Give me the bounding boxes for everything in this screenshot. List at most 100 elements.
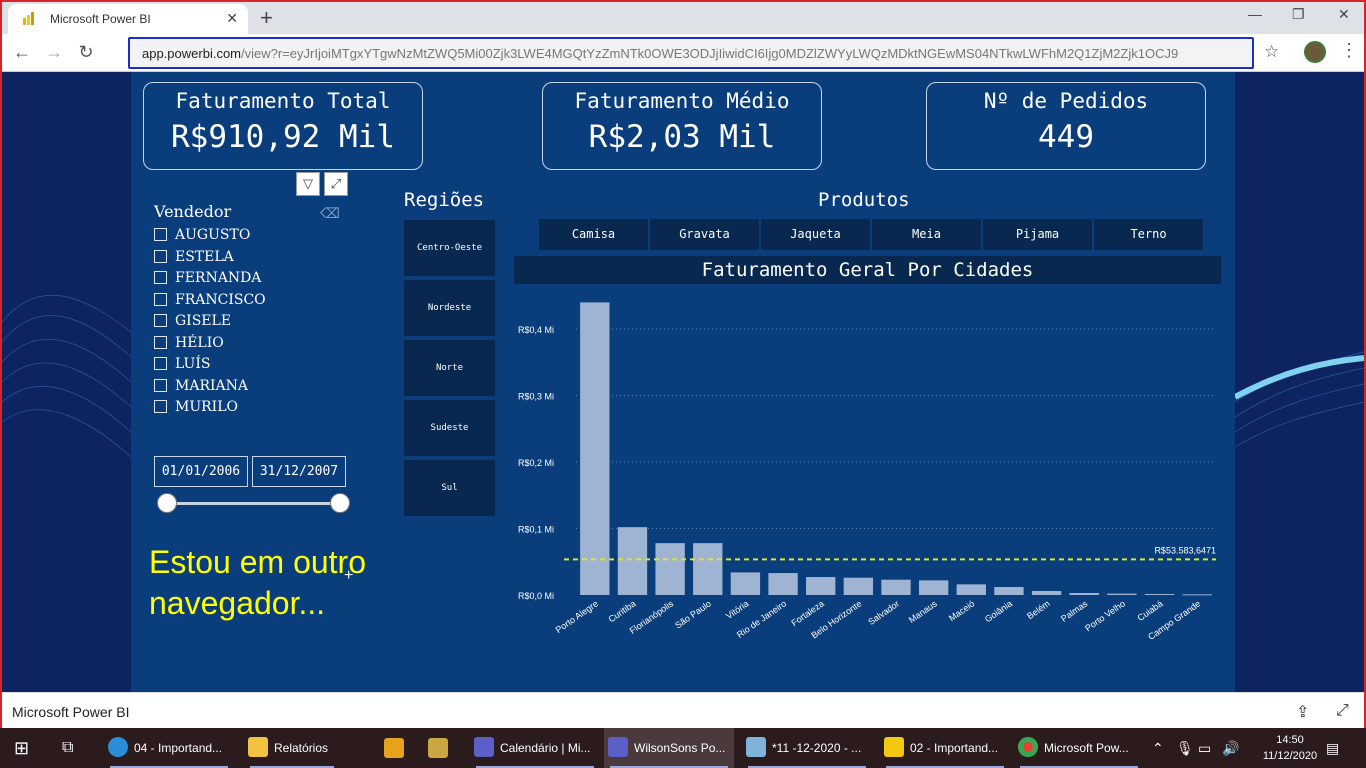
teams-icon: [608, 737, 628, 757]
close-tab-icon[interactable]: ✕: [226, 10, 238, 27]
restore-icon[interactable]: ❐: [1292, 6, 1305, 23]
region-button-nordeste[interactable]: Nordeste: [404, 280, 495, 336]
start-date-input[interactable]: 01/01/2006: [154, 456, 248, 487]
region-button-sudeste[interactable]: Sudeste: [404, 400, 495, 456]
x-tick-label: Belém: [1025, 598, 1052, 621]
vendedor-option[interactable]: MARIANA: [154, 378, 248, 398]
overlay-line-2: navegador...: [149, 585, 326, 621]
y-tick-label: R$0,0 Mi: [518, 591, 554, 601]
taskbar-item-chrome[interactable]: Microsoft Pow...: [1014, 728, 1144, 768]
y-tick-label: R$0,1 Mi: [518, 525, 554, 535]
checkbox[interactable]: [154, 250, 167, 263]
taskbar-item-edge[interactable]: 04 - Importand...: [104, 728, 234, 768]
checkbox[interactable]: [154, 314, 167, 327]
x-tick-label: São Paulo: [673, 598, 713, 630]
vendedor-option[interactable]: MURILO: [154, 399, 238, 419]
checkbox[interactable]: [154, 336, 167, 349]
checkbox[interactable]: [154, 357, 167, 370]
taskbar-label: 02 - Importand...: [910, 741, 999, 755]
taskbar-item-powerbi[interactable]: 02 - Importand...: [880, 728, 1010, 768]
date-slider-start-handle[interactable]: [157, 493, 177, 513]
product-button-camisa[interactable]: Camisa: [539, 219, 648, 250]
taskbar-item-teams-calendar[interactable]: Calendário | Mi...: [470, 728, 600, 768]
x-tick-label: Cuiabá: [1136, 598, 1165, 623]
x-tick-label: Palmas: [1059, 598, 1090, 624]
date-slider-track[interactable]: [167, 502, 340, 505]
share-icon[interactable]: ⇪: [1296, 702, 1309, 722]
close-window-icon[interactable]: ✕: [1338, 6, 1350, 23]
taskbar-clock[interactable]: 14:50 11/12/2020: [1262, 732, 1318, 764]
filter-icon[interactable]: ▽: [296, 172, 320, 196]
region-button-centro-oeste[interactable]: Centro-Oeste: [404, 220, 495, 276]
checkbox[interactable]: [154, 400, 167, 413]
network-icon[interactable]: ▭: [1198, 728, 1211, 768]
vendedor-label: ESTELA: [175, 249, 234, 265]
checkbox[interactable]: [154, 293, 167, 306]
region-button-sul[interactable]: Sul: [404, 460, 495, 516]
browser-menu-icon[interactable]: ⋮: [1340, 40, 1358, 61]
kpi-value: R$2,03 Mil: [588, 119, 776, 155]
minimize-icon[interactable]: —: [1248, 6, 1262, 22]
back-icon[interactable]: ←: [10, 40, 34, 64]
x-tick-label: Porto Velho: [1083, 598, 1127, 633]
checkbox[interactable]: [154, 379, 167, 392]
x-tick-label: Goiânia: [983, 598, 1014, 624]
vendedor-option[interactable]: LUÍS: [154, 356, 210, 376]
taskbar-item-notepad[interactable]: *11 -12-2020 - ...: [742, 728, 872, 768]
vendedor-label: LUÍS: [175, 356, 211, 372]
browser-tab[interactable]: Microsoft Power BI ✕: [8, 4, 248, 34]
product-button-gravata[interactable]: Gravata: [650, 219, 759, 250]
task-view-icon[interactable]: ⧉: [62, 728, 73, 768]
windows-start-icon[interactable]: ⊞: [14, 728, 29, 768]
url-text: app.powerbi.com/view?r=eyJrIjoiMTgxYTgwN…: [142, 46, 1178, 61]
vendedor-option[interactable]: GISELE: [154, 313, 231, 333]
tray-chevron-icon[interactable]: ⌃: [1152, 728, 1164, 768]
taskbar-pinned-app-icon[interactable]: [428, 728, 448, 768]
new-tab-button[interactable]: +: [260, 5, 273, 31]
product-button-terno[interactable]: Terno: [1094, 219, 1203, 250]
checkbox[interactable]: [154, 271, 167, 284]
bar: [580, 302, 610, 595]
clock-date: 11/12/2020: [1262, 750, 1318, 762]
vendedor-option[interactable]: ESTELA: [154, 249, 234, 269]
vendedor-option[interactable]: AUGUSTO: [154, 227, 250, 247]
average-line-label: R$53.583,6471: [1154, 545, 1216, 555]
kpi-title: Nº de Pedidos: [983, 89, 1149, 113]
bar: [768, 573, 798, 595]
notifications-icon[interactable]: ▤: [1326, 728, 1339, 768]
vendedor-option[interactable]: FRANCISCO: [154, 292, 266, 312]
fullscreen-icon[interactable]: ⤢: [1336, 702, 1349, 720]
browser-tabstrip: Microsoft Power BI ✕ + — ❐ ✕: [2, 2, 1364, 34]
checkbox[interactable]: [154, 228, 167, 241]
product-button-meia[interactable]: Meia: [872, 219, 981, 250]
taskbar-pinned-app-icon[interactable]: [384, 728, 404, 768]
volume-icon[interactable]: 🔊: [1222, 728, 1239, 768]
cursor-crosshair-icon: +: [344, 567, 354, 584]
reload-icon[interactable]: ↻: [74, 40, 98, 64]
taskbar-item-explorer[interactable]: Relatórios: [244, 728, 340, 768]
bar: [994, 587, 1024, 595]
folder-icon: [248, 737, 268, 757]
date-slider-end-handle[interactable]: [330, 493, 350, 513]
kpi-faturamento-total: Faturamento Total R$910,92 Mil: [143, 82, 423, 170]
overlay-annotation: Estou em outro navegador...: [149, 542, 366, 624]
vendedor-option[interactable]: HÉLIO: [154, 335, 224, 355]
kpi-numero-pedidos: Nº de Pedidos 449: [926, 82, 1206, 170]
focus-mode-icon[interactable]: ⤢: [324, 172, 348, 196]
product-button-pijama[interactable]: Pijama: [983, 219, 1092, 250]
vendedor-option[interactable]: FERNANDA: [154, 270, 261, 290]
taskbar-item-teams-wilsonsons[interactable]: WilsonSons Po...: [604, 728, 734, 768]
product-button-jaqueta[interactable]: Jaqueta: [761, 219, 870, 250]
x-tick-label: Maceió: [947, 598, 977, 623]
profile-avatar[interactable]: [1304, 41, 1326, 63]
region-button-norte[interactable]: Norte: [404, 340, 495, 396]
end-date-input[interactable]: 31/12/2007: [252, 456, 346, 487]
bookmark-star-icon[interactable]: ☆: [1264, 42, 1279, 62]
taskbar-label: Microsoft Pow...: [1044, 741, 1129, 755]
taskbar-label: *11 -12-2020 - ...: [772, 741, 862, 755]
forward-icon[interactable]: →: [42, 40, 66, 64]
clear-selection-icon[interactable]: ⌫: [320, 205, 340, 222]
microphone-icon[interactable]: 🎙: [1176, 728, 1194, 768]
vendedor-label: HÉLIO: [175, 335, 224, 351]
address-bar[interactable]: app.powerbi.com/view?r=eyJrIjoiMTgxYTgwN…: [128, 37, 1254, 69]
